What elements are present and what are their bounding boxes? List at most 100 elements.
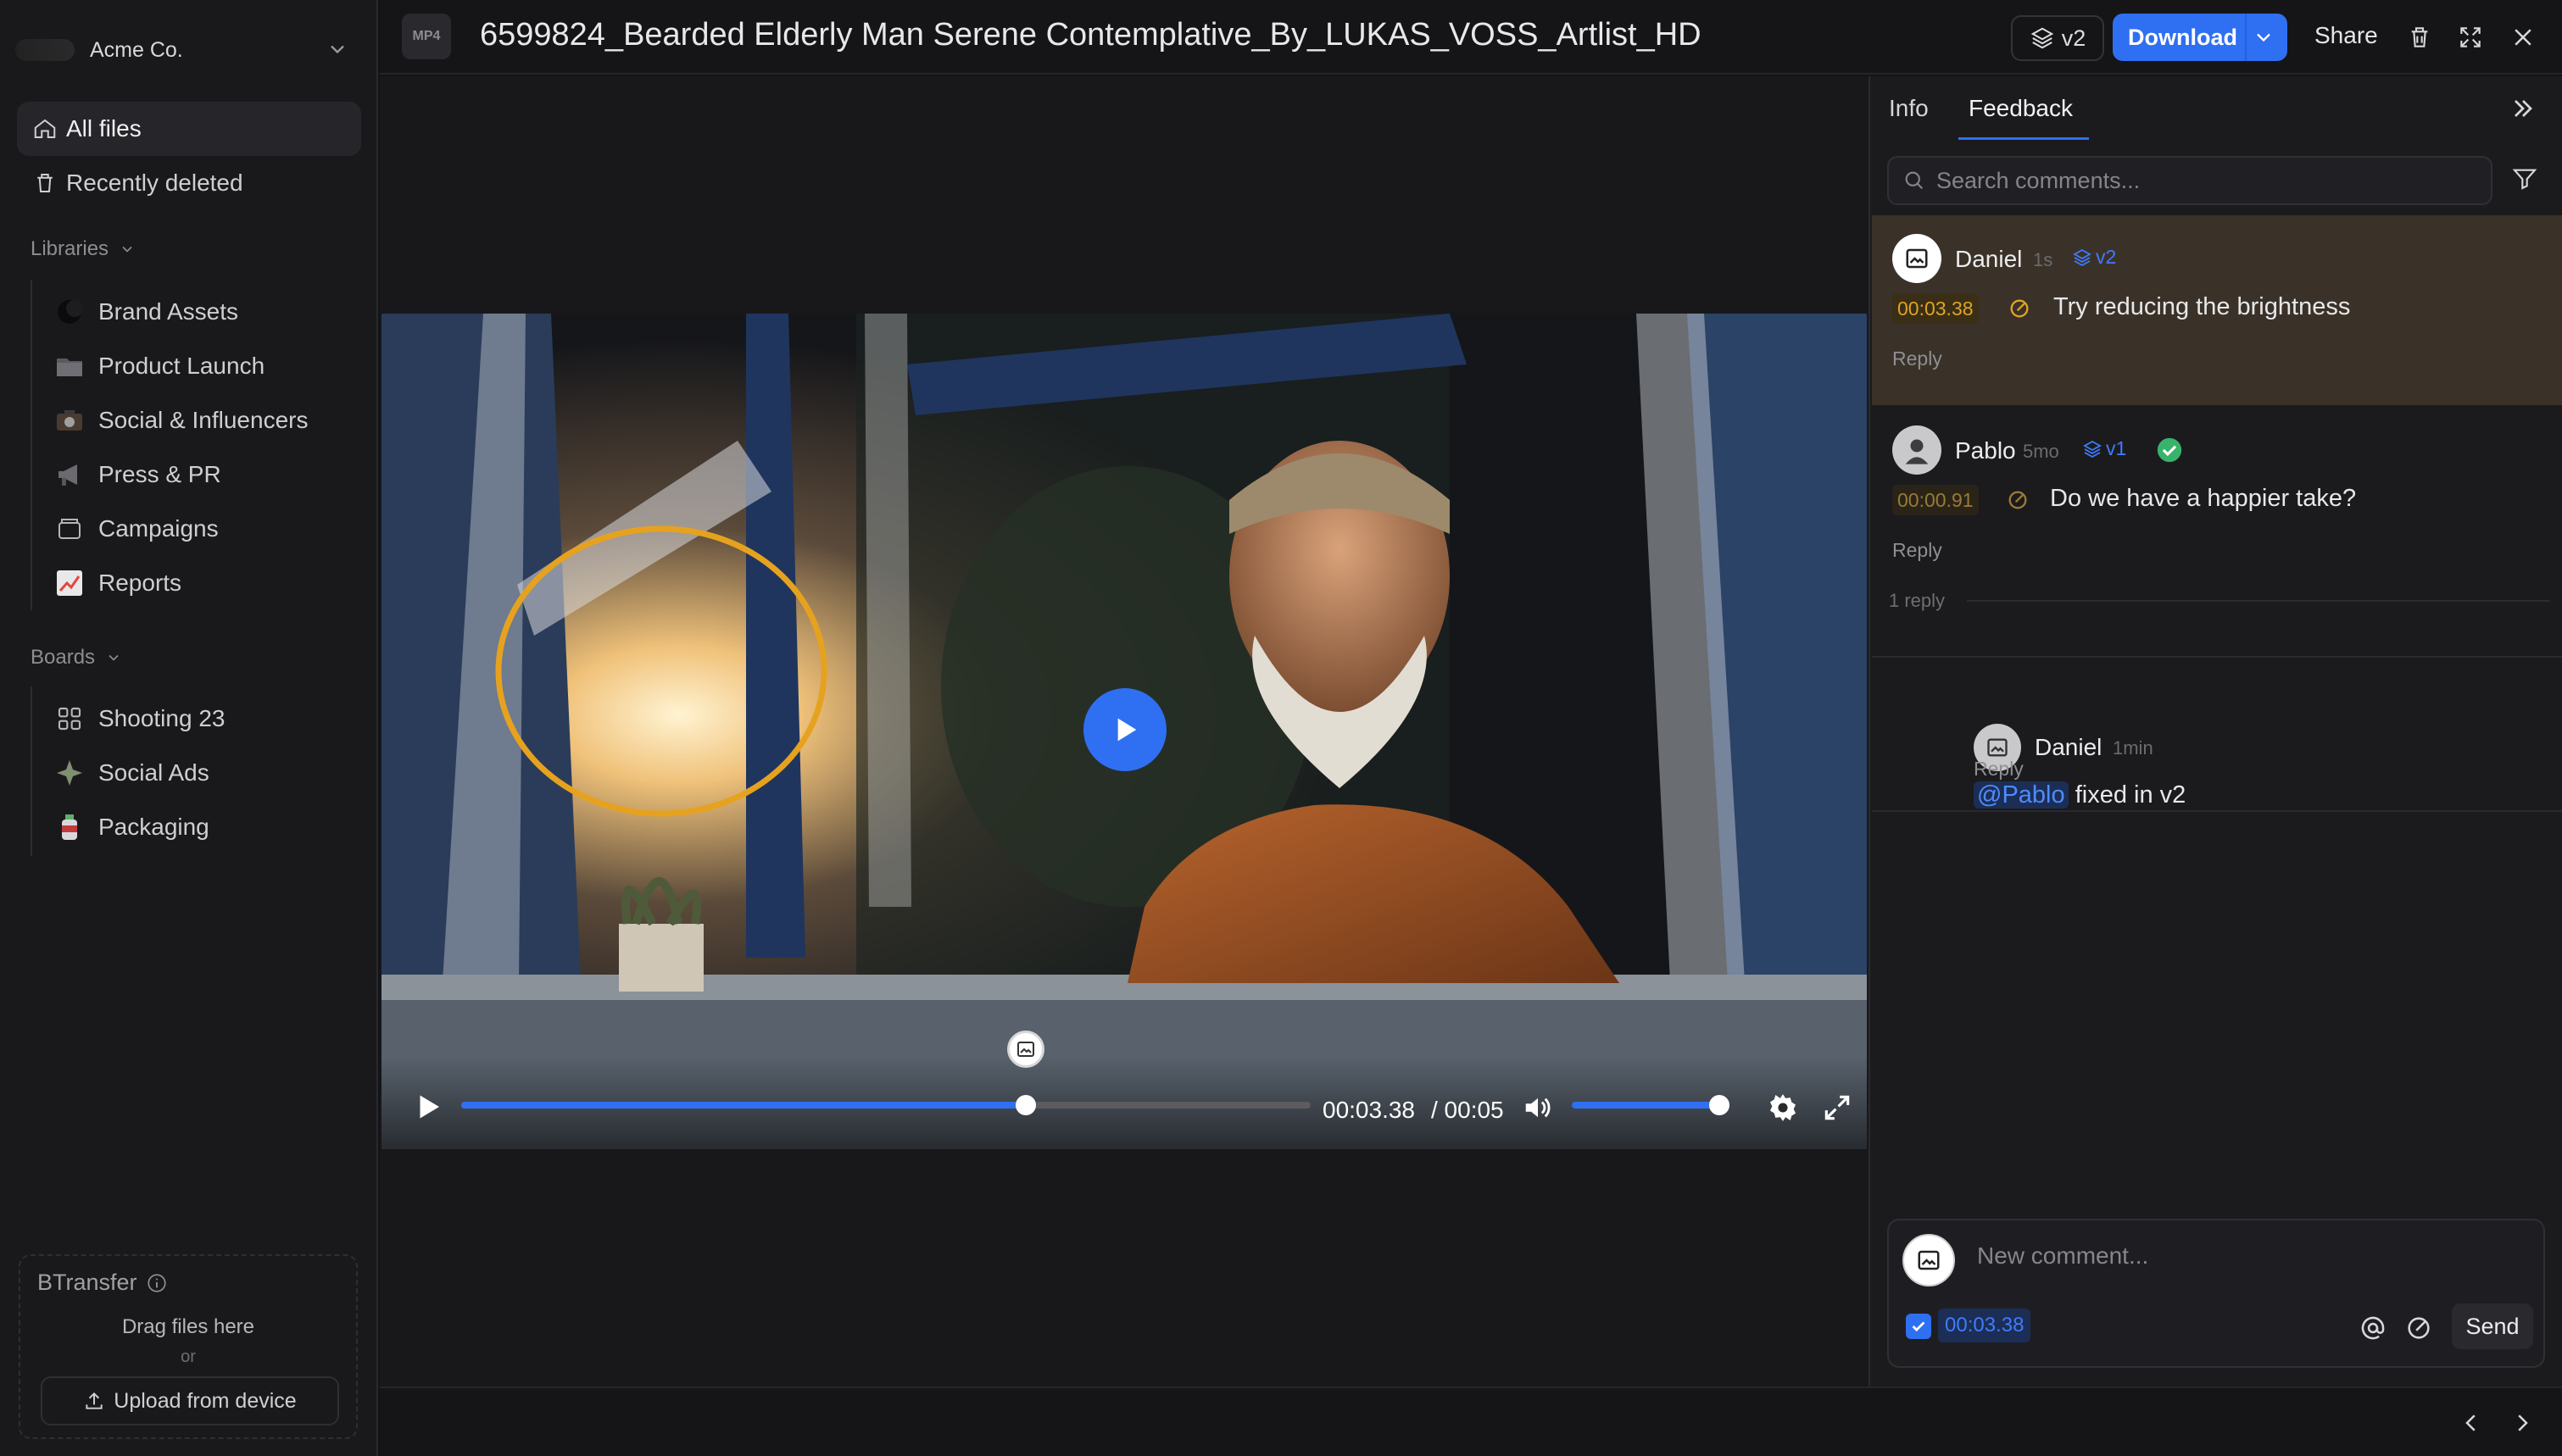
reply-card[interactable]: Daniel 1min @Pablo fixed in v2 (1872, 642, 2562, 812)
info-icon[interactable] (146, 1272, 168, 1294)
layers-icon (2073, 248, 2091, 266)
boards-tree-line (31, 686, 32, 856)
play-overlay-button[interactable] (1083, 688, 1167, 771)
replies-count[interactable]: 1 reply (1889, 590, 1945, 612)
tab-info[interactable]: Info (1889, 95, 1929, 122)
library-item-label: Brand Assets (98, 298, 238, 325)
comment-card[interactable]: Pablo 5mo v1 00:00.91 Do we have a happi… (1872, 407, 2562, 658)
mention-tag[interactable]: @Pablo (1974, 781, 2069, 809)
reply-author: Daniel (2035, 734, 2103, 760)
delete-icon[interactable] (2403, 20, 2437, 54)
folder-icon (53, 349, 86, 383)
annotation-icon (2008, 491, 2027, 509)
reply-button[interactable]: Reply (1892, 539, 1942, 562)
boards-section-toggle[interactable]: Boards (31, 646, 122, 670)
upload-label: Upload from device (114, 1388, 297, 1413)
timecode-checkbox[interactable] (1906, 1314, 1931, 1339)
trash-icon (37, 174, 53, 192)
bottom-bar (380, 1387, 2562, 1456)
library-item-product-launch[interactable]: Product Launch (53, 342, 265, 390)
reply-button[interactable]: Reply (1974, 758, 2024, 781)
avatar (1902, 1234, 1955, 1287)
comment-timecode[interactable]: 00:00.91 (1892, 485, 1979, 515)
comment-version: v1 (2106, 437, 2127, 459)
reply-text-row: @Pablo fixed in v2 (1974, 781, 2186, 809)
chevron-left-icon[interactable] (2459, 1410, 2484, 1436)
nav-all-files-label: All files (66, 115, 142, 142)
moon-thumb-icon (53, 295, 86, 329)
reply-time: 1min (2113, 737, 2153, 759)
comment-version-badge: v1 (2082, 437, 2126, 460)
resolved-check-icon[interactable] (2155, 436, 2184, 464)
download-label: Download (2128, 24, 2237, 50)
mention-at-icon[interactable] (2359, 1314, 2387, 1342)
chevron-down-icon (109, 654, 119, 661)
comment-time: 5mo (2023, 441, 2059, 462)
boards-title: Boards (31, 646, 96, 669)
collapse-panel-icon[interactable] (2508, 93, 2538, 124)
board-item-shooting-23[interactable]: Shooting 23 (53, 695, 225, 742)
library-item-label: Reports (98, 570, 182, 596)
nav-all-files[interactable]: All files (17, 102, 361, 156)
chevron-right-icon[interactable] (2509, 1410, 2535, 1436)
current-time: 00:03.38 (1323, 1097, 1415, 1123)
camera-thumb-icon (53, 403, 86, 437)
close-icon[interactable] (2506, 20, 2540, 54)
reply-button[interactable]: Reply (1892, 347, 1942, 370)
nav-recently-deleted[interactable]: Recently deleted (17, 156, 361, 210)
library-item-campaigns[interactable]: Campaigns (53, 505, 219, 553)
libraries-section-toggle[interactable]: Libraries (31, 237, 136, 261)
sparkle-icon (53, 756, 86, 790)
nav-recently-deleted-label: Recently deleted (66, 169, 243, 196)
library-item-press-pr[interactable]: Press & PR (53, 451, 221, 498)
share-button[interactable]: Share (2314, 22, 2378, 49)
new-comment-input[interactable]: New comment... (1977, 1242, 2148, 1270)
filter-icon[interactable] (2511, 164, 2538, 192)
video-player[interactable]: 00:03.38 / 00:05 (382, 314, 1867, 1149)
play-icon (1117, 718, 1137, 742)
check-icon (1912, 1321, 1925, 1332)
timeline-comment-marker[interactable] (1007, 1031, 1044, 1068)
library-item-label: Press & PR (98, 461, 221, 487)
library-item-social-influencers[interactable]: Social & Influencers (53, 397, 308, 444)
tab-feedback[interactable]: Feedback (1969, 95, 2073, 122)
transfer-drag-text: Drag files here (121, 1315, 255, 1338)
annotation-icon[interactable] (2404, 1314, 2433, 1342)
comment-card[interactable]: Daniel 1s v2 00:03.38 Try reducing the b… (1872, 215, 2562, 405)
library-item-brand-assets[interactable]: Brand Assets (53, 288, 238, 336)
person-avatar-icon (1905, 439, 1929, 464)
player-controls: 00:03.38 / 00:05 (382, 1056, 1867, 1149)
chevron-down-icon (122, 246, 132, 253)
workspace-name: Acme Co. (90, 37, 183, 62)
chevron-down-icon[interactable] (2252, 25, 2275, 49)
upload-from-device-button[interactable]: Upload from device (41, 1376, 339, 1425)
library-item-reports[interactable]: Reports (53, 559, 181, 607)
seek-handle[interactable] (1016, 1095, 1036, 1115)
board-item-packaging[interactable]: Packaging (53, 803, 209, 851)
board-item-social-ads[interactable]: Social Ads (53, 749, 209, 797)
avatar (1892, 425, 1941, 475)
megaphone-icon (53, 458, 86, 492)
search-comments-input[interactable]: Search comments... (1887, 156, 2492, 205)
active-tab-indicator (1958, 137, 2089, 140)
library-item-label: Social & Influencers (98, 407, 309, 433)
expand-icon[interactable] (2453, 20, 2487, 54)
file-type-badge: MP4 (402, 14, 451, 59)
volume-handle[interactable] (1709, 1095, 1729, 1115)
comment-timecode[interactable]: 00:03.38 (1892, 293, 1979, 324)
settings-gear-icon[interactable] (1767, 1092, 1799, 1124)
new-comment-box: New comment... 00:03.38 Send (1887, 1219, 2545, 1368)
fullscreen-icon[interactable] (1821, 1092, 1853, 1124)
transfer-dropzone[interactable]: BTransfer Drag files here or Upload from… (19, 1254, 358, 1439)
download-button[interactable]: Download (2113, 14, 2287, 61)
volume-icon[interactable] (1521, 1092, 1555, 1124)
workspace-switcher[interactable]: Acme Co. (15, 22, 354, 78)
version-selector-button[interactable]: v2 (2011, 15, 2104, 61)
image-avatar-icon (1906, 248, 1928, 269)
play-icon[interactable] (414, 1090, 444, 1124)
home-icon (34, 119, 56, 138)
send-button[interactable]: Send (2452, 1303, 2533, 1349)
volume-slider[interactable] (1572, 1095, 1729, 1115)
seek-bar[interactable] (461, 1095, 1311, 1115)
app-window: Acme Co. All files Recently deleted Libr… (0, 0, 2562, 1456)
